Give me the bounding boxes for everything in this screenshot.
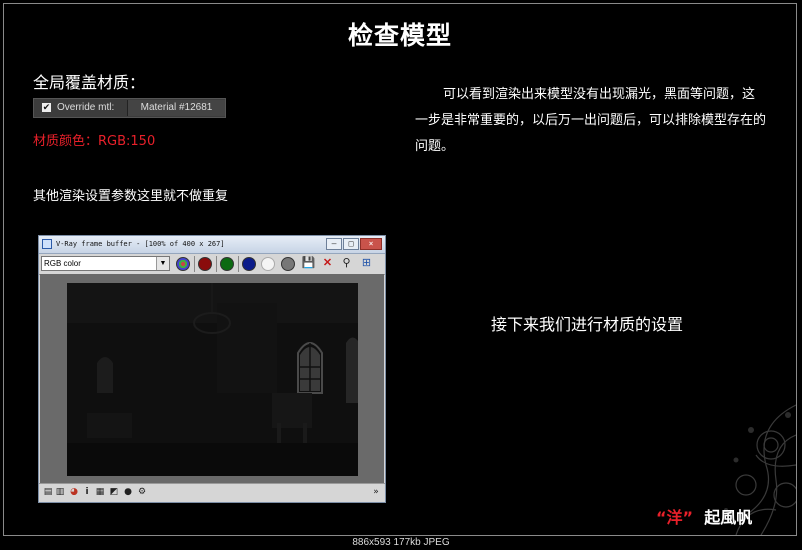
level-icon[interactable]: ◩	[109, 487, 119, 498]
other-settings-text: 其他渲染设置参数这里就不做重复	[33, 189, 229, 204]
slide-title: 检查模型	[347, 21, 452, 50]
image-info-bar: 886x593 177kb JPEG	[0, 536, 802, 550]
green-channel-icon[interactable]	[220, 257, 234, 271]
slide-frame: 检查模型 全局覆盖材质： ✔ Override mtl: Material #1…	[3, 3, 797, 536]
lens-effects-icon[interactable]: ▦	[95, 487, 105, 498]
vray-titlebar[interactable]: V-Ray frame buffer - [100% of 400 x 267]…	[39, 236, 385, 254]
window-controls: – □ ×	[325, 238, 382, 255]
chevron-down-icon: ▼	[156, 257, 169, 270]
rgb-channel-icon[interactable]	[176, 257, 190, 271]
channel-select-value: RGB color	[44, 259, 81, 268]
signature-name-a: 洋	[666, 508, 683, 527]
pick-icon[interactable]: ⚲	[339, 256, 354, 271]
maximize-button[interactable]: □	[343, 238, 359, 250]
options-icon[interactable]: ⚙	[137, 487, 147, 498]
material-color-text: 材质颜色：RGB:150	[33, 134, 156, 149]
toolbar-divider	[194, 256, 195, 272]
stamp-icon[interactable]: ●	[123, 487, 133, 498]
blue-channel-icon[interactable]	[242, 257, 256, 271]
image-info-text: 886x593 177kb JPEG	[352, 537, 450, 548]
close-quote: ”	[682, 508, 694, 527]
signature: “洋” 起風帆	[656, 504, 752, 528]
override-label: Override mtl:	[57, 102, 115, 113]
expand-chevron-icon[interactable]: »	[371, 487, 381, 498]
material-button[interactable]: Material #12681	[127, 100, 225, 116]
override-checkbox[interactable]: ✔	[42, 103, 51, 112]
save-icon[interactable]: 💾	[301, 256, 316, 271]
history-icon[interactable]: ▤	[43, 487, 53, 498]
mono-channel-icon[interactable]	[281, 257, 295, 271]
rendered-room-image	[67, 283, 358, 476]
global-override-heading: 全局覆盖材质：	[33, 73, 146, 92]
minimize-button[interactable]: –	[326, 238, 342, 250]
toolbar-divider	[238, 256, 239, 272]
vray-window-title: V-Ray frame buffer - [100% of 400 x 267]	[56, 240, 225, 248]
clear-icon[interactable]: ✕	[320, 256, 335, 271]
description-paragraph: 可以看到渲染出来模型没有出现漏光，黑面等问题，这一步是非常重要的，以后万一出问题…	[415, 87, 767, 154]
color-correct-icon[interactable]: ◕	[69, 487, 79, 498]
vray-toolbar: RGB color ▼ 💾 ✕ ⚲ ⊞	[39, 254, 385, 275]
render-image	[67, 283, 358, 476]
signature-name-b: 起風帆	[704, 508, 753, 527]
vray-app-icon	[42, 239, 52, 249]
override-material-bar: ✔ Override mtl: Material #12681	[33, 98, 226, 118]
info-icon[interactable]: i	[82, 487, 92, 498]
render-canvas[interactable]	[40, 274, 384, 483]
vray-status-bar: ▤ ▥ ◕ i ▦ ◩ ● ⚙ »	[39, 483, 385, 502]
open-quote: “	[656, 508, 667, 527]
region-render-icon[interactable]: ⊞	[359, 256, 374, 271]
alpha-channel-icon[interactable]	[261, 257, 275, 271]
red-channel-icon[interactable]	[198, 257, 212, 271]
vray-frame-buffer-window: V-Ray frame buffer - [100% of 400 x 267]…	[38, 235, 386, 503]
toolbar-divider	[216, 256, 217, 272]
close-button[interactable]: ×	[360, 238, 382, 250]
channel-select[interactable]: RGB color ▼	[41, 256, 170, 271]
compare-icon[interactable]: ▥	[55, 487, 65, 498]
